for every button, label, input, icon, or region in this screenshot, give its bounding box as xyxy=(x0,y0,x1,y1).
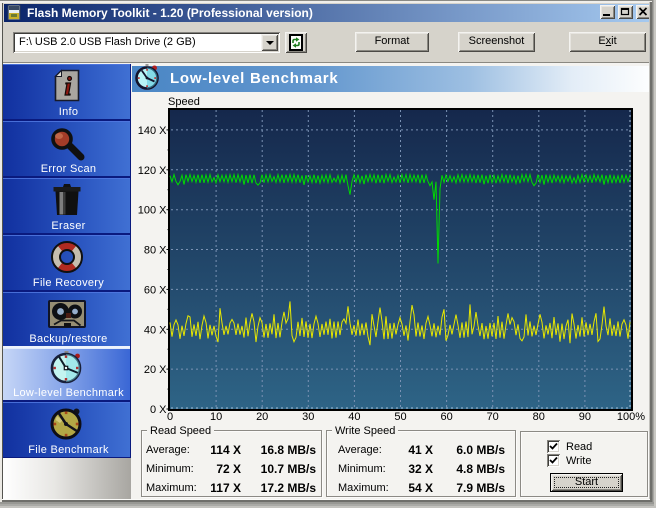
svg-text:20: 20 xyxy=(256,411,268,423)
svg-text:0 X: 0 X xyxy=(150,404,167,416)
svg-text:0: 0 xyxy=(167,411,173,423)
svg-text:10: 10 xyxy=(210,411,222,423)
svg-text:140 X: 140 X xyxy=(138,125,167,137)
svg-text:100%: 100% xyxy=(617,411,645,423)
svg-text:Speed: Speed xyxy=(168,96,200,108)
svg-text:60: 60 xyxy=(440,411,452,423)
svg-text:120 X: 120 X xyxy=(138,165,167,177)
svg-text:90: 90 xyxy=(579,411,591,423)
svg-text:20 X: 20 X xyxy=(144,364,167,376)
svg-text:70: 70 xyxy=(487,411,499,423)
svg-text:i: i xyxy=(64,72,72,101)
svg-text:80 X: 80 X xyxy=(144,245,167,257)
svg-text:80: 80 xyxy=(533,411,545,423)
svg-text:60 X: 60 X xyxy=(144,284,167,296)
svg-text:50: 50 xyxy=(394,411,406,423)
svg-text:100 X: 100 X xyxy=(138,205,167,217)
svg-text:30: 30 xyxy=(302,411,314,423)
svg-text:40: 40 xyxy=(348,411,360,423)
svg-text:40 X: 40 X xyxy=(144,324,167,336)
